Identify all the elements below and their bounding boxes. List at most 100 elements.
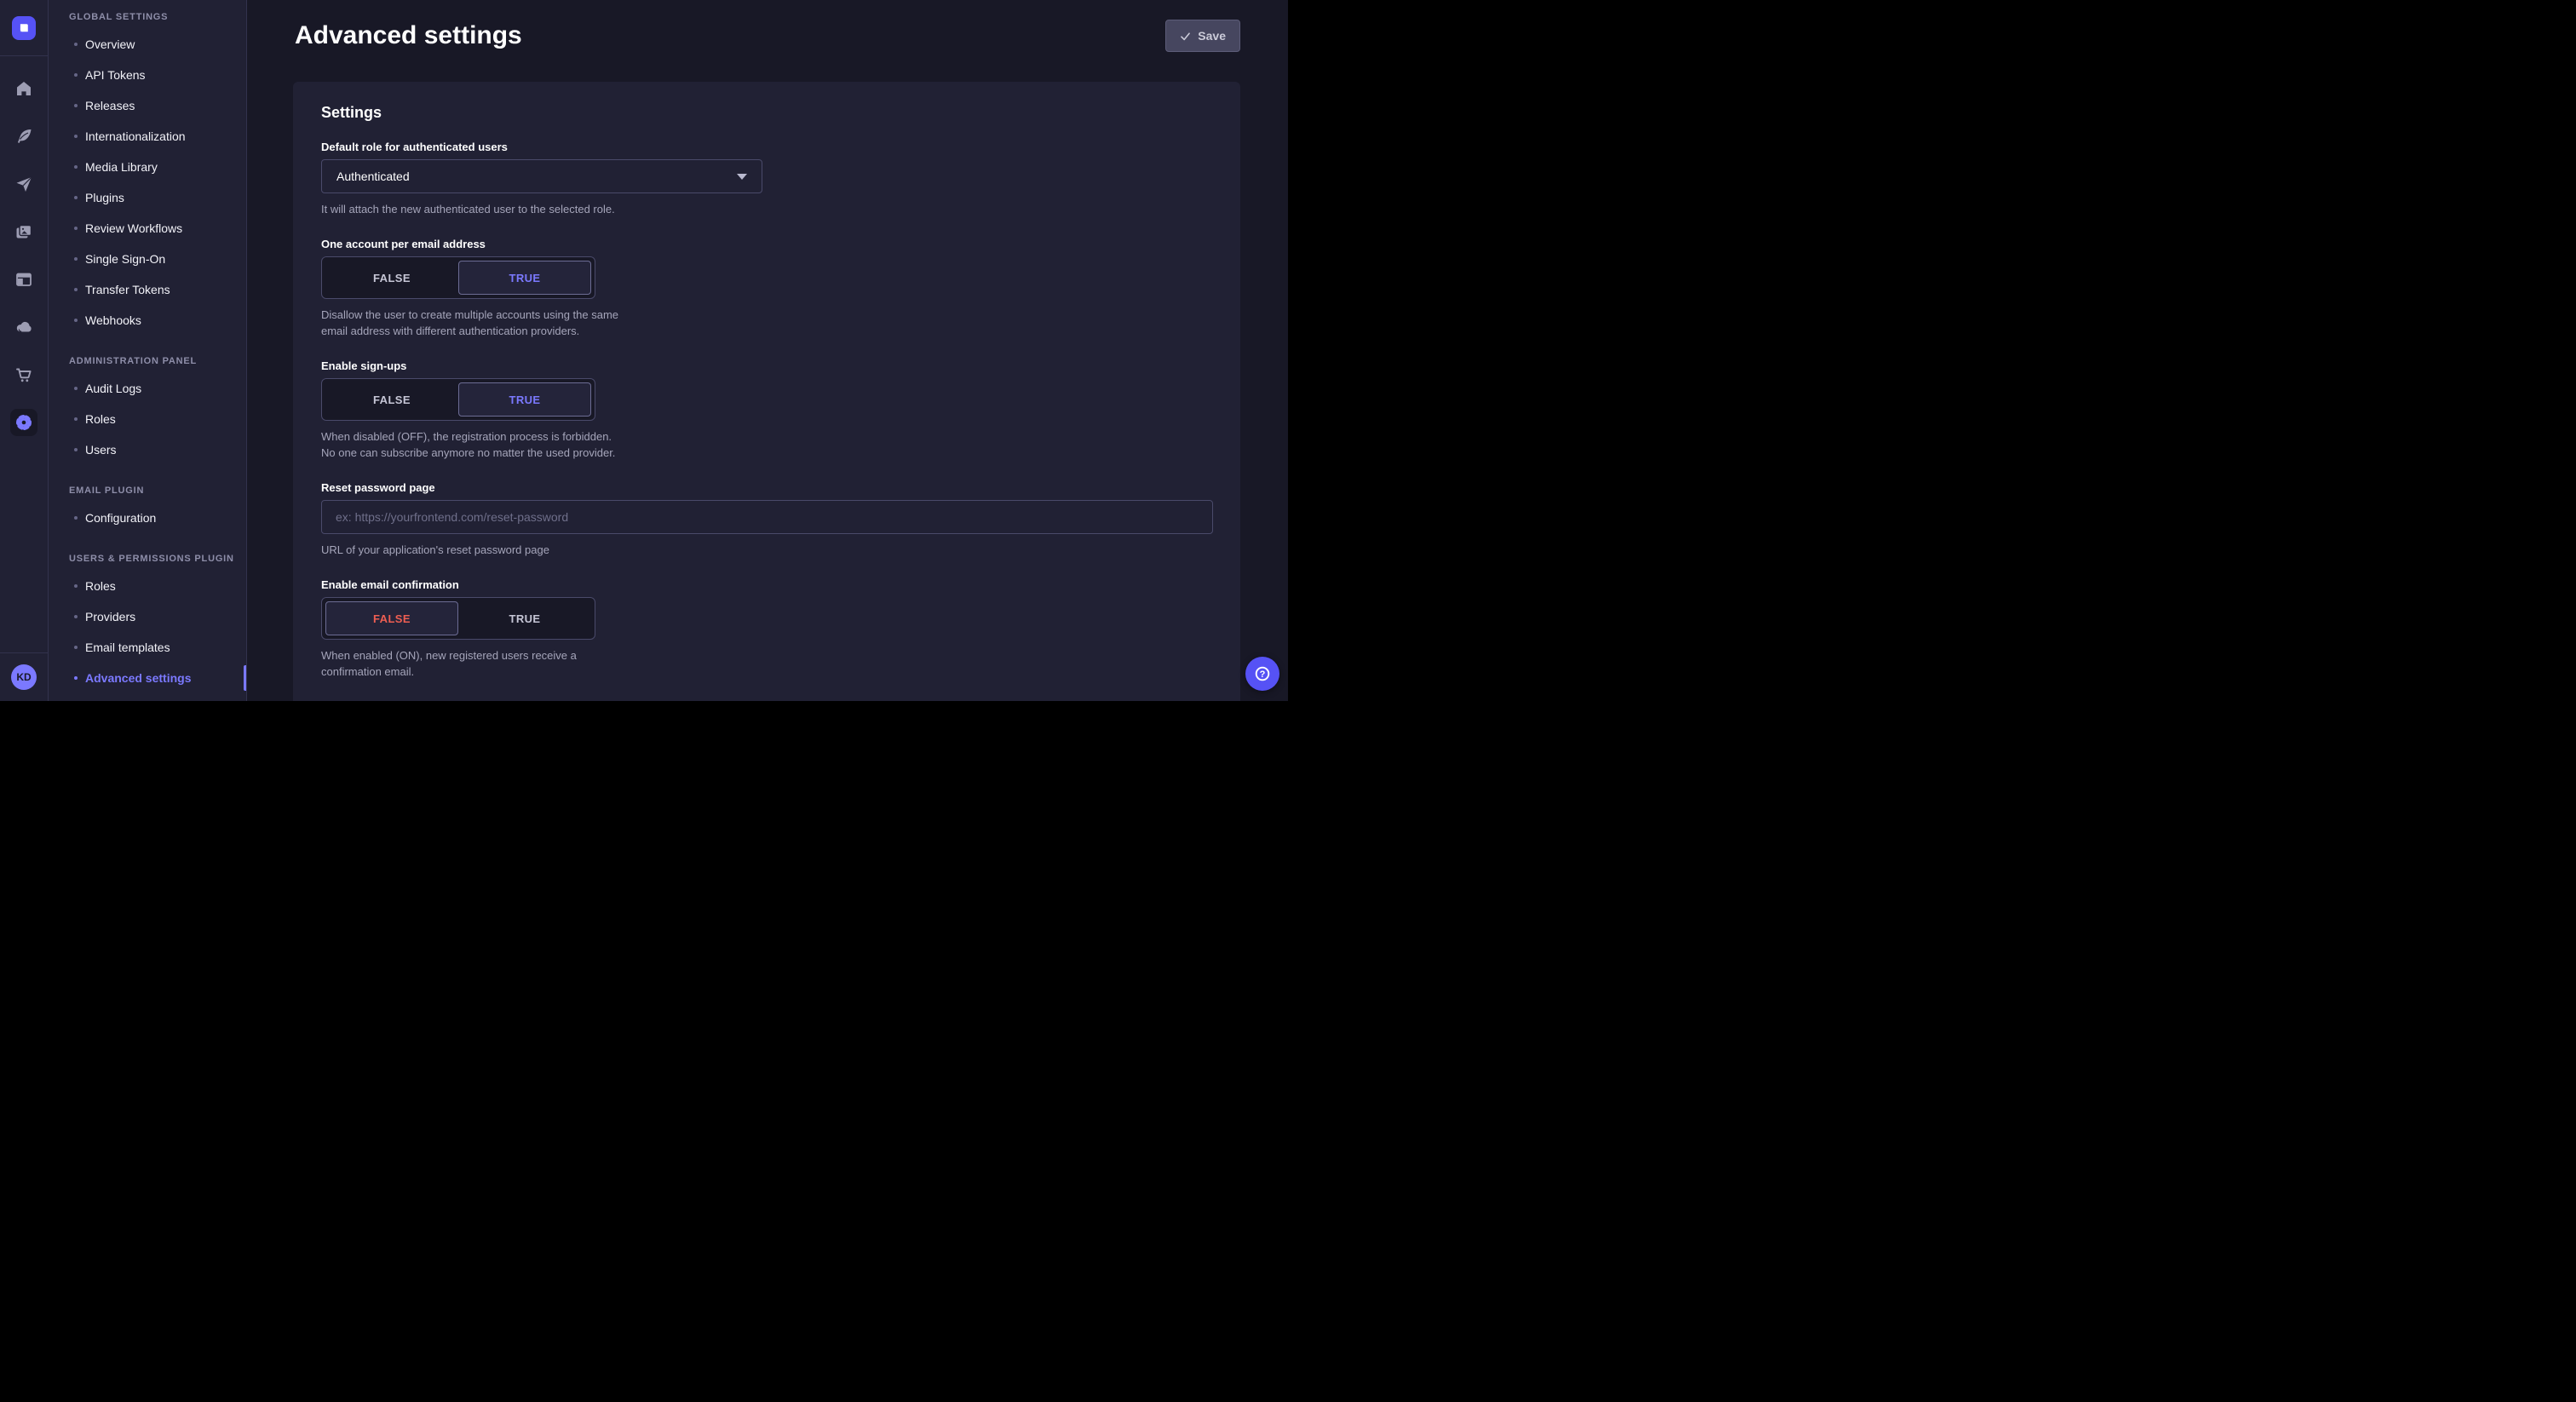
strapi-logo[interactable] <box>12 16 36 40</box>
enable-signups-label: Enable sign-ups <box>321 359 1213 372</box>
bullet-icon <box>74 448 78 451</box>
deploy-button[interactable] <box>10 170 37 198</box>
sidebar-item-up-roles[interactable]: Roles <box>49 571 246 601</box>
one-account-toggle: FALSE TRUE <box>321 256 595 299</box>
sidebar-item-webhooks[interactable]: Webhooks <box>49 305 246 336</box>
sidebar-item-label: API Tokens <box>85 68 146 82</box>
logo-box <box>0 0 48 56</box>
sidebar-item-label: Users <box>85 443 117 457</box>
default-role-select[interactable]: Authenticated <box>321 159 762 193</box>
cloud-button[interactable] <box>10 313 37 341</box>
media-library-button[interactable] <box>10 218 37 245</box>
email-confirmation-false-option[interactable]: FALSE <box>325 601 458 635</box>
bullet-icon <box>74 135 78 138</box>
bullet-icon <box>74 516 78 520</box>
bullet-icon <box>74 615 78 618</box>
reset-password-hint: URL of your application's reset password… <box>321 542 1213 558</box>
cart-icon <box>14 365 33 384</box>
email-confirmation-toggle: FALSE TRUE <box>321 597 595 640</box>
sidebar-item-label: Plugins <box>85 191 124 204</box>
sidebar-item-email-configuration[interactable]: Configuration <box>49 503 246 533</box>
field-email-confirmation: Enable email confirmation FALSE TRUE Whe… <box>321 578 1213 680</box>
email-confirmation-hint: When enabled (ON), new registered users … <box>321 647 619 680</box>
app-window: KD GLOBAL SETTINGS Overview API Tokens R… <box>0 0 1288 701</box>
sidebar-item-label: Transfer Tokens <box>85 283 170 296</box>
media-library-icon <box>14 222 33 241</box>
sidebar-item-admin-roles[interactable]: Roles <box>49 404 246 434</box>
rail-icon-list <box>0 56 48 652</box>
enable-signups-toggle: FALSE TRUE <box>321 378 595 421</box>
sidebar-item-audit-logs[interactable]: Audit Logs <box>49 373 246 404</box>
bullet-icon <box>74 676 78 680</box>
content-type-builder-button[interactable] <box>10 266 37 293</box>
sidebar-item-api-tokens[interactable]: API Tokens <box>49 60 246 90</box>
sidebar-item-label: Providers <box>85 610 135 623</box>
cloud-icon <box>14 318 33 336</box>
sidebar-item-label: Overview <box>85 37 135 51</box>
bullet-icon <box>74 43 78 46</box>
page-title: Advanced settings <box>295 19 522 53</box>
bullet-icon <box>74 104 78 107</box>
sidebar-item-single-sign-on[interactable]: Single Sign-On <box>49 244 246 274</box>
reset-password-input[interactable] <box>321 500 1213 534</box>
home-button[interactable] <box>10 75 37 102</box>
sidebar-item-releases[interactable]: Releases <box>49 90 246 121</box>
settings-sidebar: GLOBAL SETTINGS Overview API Tokens Rele… <box>49 0 247 701</box>
home-icon <box>14 79 33 98</box>
one-account-true-option[interactable]: TRUE <box>458 261 591 295</box>
bullet-icon <box>74 227 78 230</box>
bullet-icon <box>74 288 78 291</box>
sidebar-item-label: Roles <box>85 579 116 593</box>
sidebar-item-overview[interactable]: Overview <box>49 29 246 60</box>
enable-signups-false-option[interactable]: FALSE <box>325 382 458 417</box>
default-role-value: Authenticated <box>336 170 410 183</box>
sidebar-item-label: Roles <box>85 412 116 426</box>
strapi-logo-icon <box>14 19 33 37</box>
bullet-icon <box>74 417 78 421</box>
content-manager-button[interactable] <box>10 123 37 150</box>
one-account-false-option[interactable]: FALSE <box>325 261 458 295</box>
help-button[interactable]: ? <box>1245 657 1279 691</box>
bullet-icon <box>74 257 78 261</box>
sidebar-item-media-library[interactable]: Media Library <box>49 152 246 182</box>
icon-rail: KD <box>0 0 49 701</box>
sidebar-item-label: Media Library <box>85 160 158 174</box>
sidebar-item-providers[interactable]: Providers <box>49 601 246 632</box>
default-role-hint: It will attach the new authenticated use… <box>321 201 1213 217</box>
sidebar-item-transfer-tokens[interactable]: Transfer Tokens <box>49 274 246 305</box>
sidebar-item-email-templates[interactable]: Email templates <box>49 632 246 663</box>
section-heading: EMAIL PLUGIN <box>49 486 246 496</box>
sidebar-item-label: Audit Logs <box>85 382 141 395</box>
marketplace-button[interactable] <box>10 361 37 388</box>
sidebar-item-internationalization[interactable]: Internationalization <box>49 121 246 152</box>
main-content: Advanced settings Save Settings Default … <box>247 0 1288 701</box>
one-account-label: One account per email address <box>321 238 1213 250</box>
reset-password-label: Reset password page <box>321 481 1213 494</box>
settings-gear-icon <box>14 413 33 432</box>
sidebar-item-plugins[interactable]: Plugins <box>49 182 246 213</box>
rail-bottom: KD <box>0 652 48 701</box>
question-mark-icon: ? <box>1253 664 1272 683</box>
sidebar-item-label: Configuration <box>85 511 156 525</box>
section-heading: GLOBAL SETTINGS <box>49 12 246 22</box>
sidebar-item-advanced-settings[interactable]: Advanced settings <box>49 663 246 693</box>
settings-button[interactable] <box>10 409 37 436</box>
sidebar-item-label: Single Sign-On <box>85 252 165 266</box>
email-confirmation-true-option[interactable]: TRUE <box>458 601 591 635</box>
save-button[interactable]: Save <box>1165 20 1240 52</box>
sidebar-item-review-workflows[interactable]: Review Workflows <box>49 213 246 244</box>
bullet-icon <box>74 73 78 77</box>
nav-section-administration-panel: ADMINISTRATION PANEL Audit Logs Roles Us… <box>49 356 246 465</box>
chevron-down-icon <box>737 174 747 180</box>
nav-section-users-permissions-plugin: USERS & PERMISSIONS PLUGIN Roles Provide… <box>49 554 246 693</box>
sidebar-item-label: Releases <box>85 99 135 112</box>
settings-section-title: Settings <box>321 104 1213 122</box>
bullet-icon <box>74 196 78 199</box>
nav-section-email-plugin: EMAIL PLUGIN Configuration <box>49 486 246 533</box>
field-default-role: Default role for authenticated users Aut… <box>321 141 1213 217</box>
user-avatar[interactable]: KD <box>11 664 37 690</box>
sidebar-item-admin-users[interactable]: Users <box>49 434 246 465</box>
enable-signups-true-option[interactable]: TRUE <box>458 382 591 417</box>
nav-section-global-settings: GLOBAL SETTINGS Overview API Tokens Rele… <box>49 12 246 336</box>
default-role-label: Default role for authenticated users <box>321 141 1213 153</box>
